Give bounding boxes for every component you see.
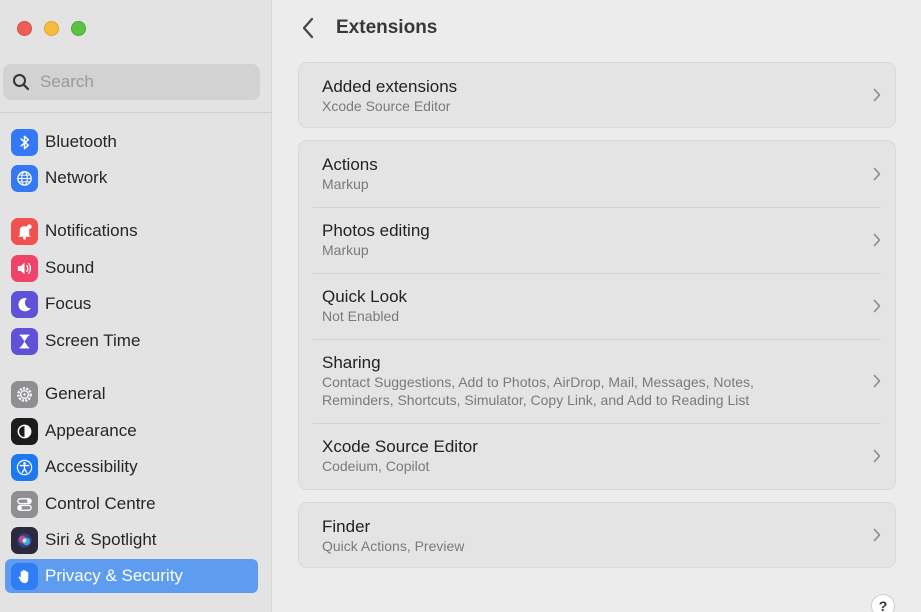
sidebar-item-focus[interactable]: Focus	[5, 287, 258, 321]
row-finder[interactable]: Finder Quick Actions, Preview	[299, 503, 895, 567]
minimize-window-button[interactable]	[44, 21, 59, 36]
sidebar-item-appearance[interactable]: Appearance	[5, 414, 258, 448]
sidebar-item-accessibility[interactable]: Accessibility	[5, 450, 258, 484]
window-controls	[17, 21, 86, 36]
row-title: Sharing	[322, 353, 381, 372]
sidebar-divider	[0, 112, 271, 113]
search-icon	[13, 74, 30, 91]
row-xcode-source-editor[interactable]: Xcode Source Editor Codeium, Copilot	[299, 423, 895, 489]
search-field[interactable]: Search	[3, 64, 260, 100]
globe-icon	[11, 164, 38, 192]
sidebar-item-general[interactable]: General	[5, 377, 258, 411]
gear-icon	[11, 380, 38, 408]
help-button[interactable]: ?	[871, 594, 895, 612]
row-photos-editing[interactable]: Photos editing Markup	[299, 207, 895, 273]
sidebar-item-notifications[interactable]: Notifications	[5, 214, 258, 248]
row-actions[interactable]: Actions Markup	[299, 141, 895, 207]
settings-group: Actions Markup Photos editing Markup Qui…	[298, 140, 896, 490]
settings-group: Finder Quick Actions, Preview	[298, 502, 896, 568]
bell-icon	[11, 217, 38, 245]
sidebar-item-network[interactable]: Network	[5, 161, 258, 195]
page-title: Extensions	[336, 17, 438, 38]
siri-icon	[11, 526, 38, 554]
row-subtitle: Contact Suggestions, Add to Photos, AirD…	[322, 374, 754, 390]
sidebar-item-siri-spotlight[interactable]: Siri & Spotlight	[5, 523, 258, 557]
chevron-right-icon	[873, 528, 881, 542]
sidebar-item-screen-time[interactable]: Screen Time	[5, 324, 258, 358]
row-title: Photos editing	[322, 221, 430, 240]
row-added-extensions[interactable]: Added extensions Xcode Source Editor	[299, 63, 895, 127]
chevron-right-icon	[873, 233, 881, 247]
sidebar-item-bluetooth[interactable]: Bluetooth	[5, 125, 258, 159]
sidebar-item-privacy-security[interactable]: Privacy & Security	[5, 559, 258, 593]
sidebar-item-sound[interactable]: Sound	[5, 251, 258, 285]
row-sharing[interactable]: Sharing Contact Suggestions, Add to Phot…	[299, 339, 895, 423]
row-subtitle: Not Enabled	[322, 308, 400, 324]
chevron-right-icon	[873, 167, 881, 181]
row-subtitle: Xcode Source Editor	[322, 98, 451, 114]
sidebar-item-control-centre[interactable]: Control Centre	[5, 487, 258, 521]
appearance-icon	[11, 417, 38, 445]
chevron-right-icon	[873, 374, 881, 388]
row-title: Finder	[322, 517, 371, 536]
accessibility-icon	[11, 453, 38, 481]
row-subtitle: Markup	[322, 242, 369, 258]
chevron-right-icon	[873, 88, 881, 102]
main-content: Extensions Added extensions Xcode Source…	[273, 0, 921, 612]
sidebar: Search Bluetooth Network Notifications S…	[0, 0, 272, 612]
toggles-icon	[11, 490, 38, 518]
hand-icon	[11, 562, 38, 590]
row-title: Xcode Source Editor	[322, 437, 478, 456]
back-chevron-icon[interactable]	[299, 16, 319, 40]
chevron-right-icon	[873, 299, 881, 313]
row-title: Added extensions	[322, 77, 458, 96]
row-subtitle: Markup	[322, 176, 369, 192]
row-quick-look[interactable]: Quick Look Not Enabled	[299, 273, 895, 339]
row-title: Actions	[322, 155, 378, 174]
settings-group: Added extensions Xcode Source Editor	[298, 62, 896, 128]
close-window-button[interactable]	[17, 21, 32, 36]
bluetooth-icon	[11, 128, 38, 156]
row-subtitle: Codeium, Copilot	[322, 458, 430, 474]
row-title: Quick Look	[322, 287, 408, 306]
row-subtitle-continued: Reminders, Shortcuts, Simulator, Copy Li…	[322, 392, 750, 408]
search-placeholder: Search	[40, 72, 94, 91]
zoom-window-button[interactable]	[71, 21, 86, 36]
chevron-right-icon	[873, 449, 881, 463]
moon-icon	[11, 290, 38, 318]
hourglass-icon	[11, 327, 38, 355]
row-subtitle: Quick Actions, Preview	[322, 538, 465, 554]
speaker-icon	[11, 254, 38, 282]
